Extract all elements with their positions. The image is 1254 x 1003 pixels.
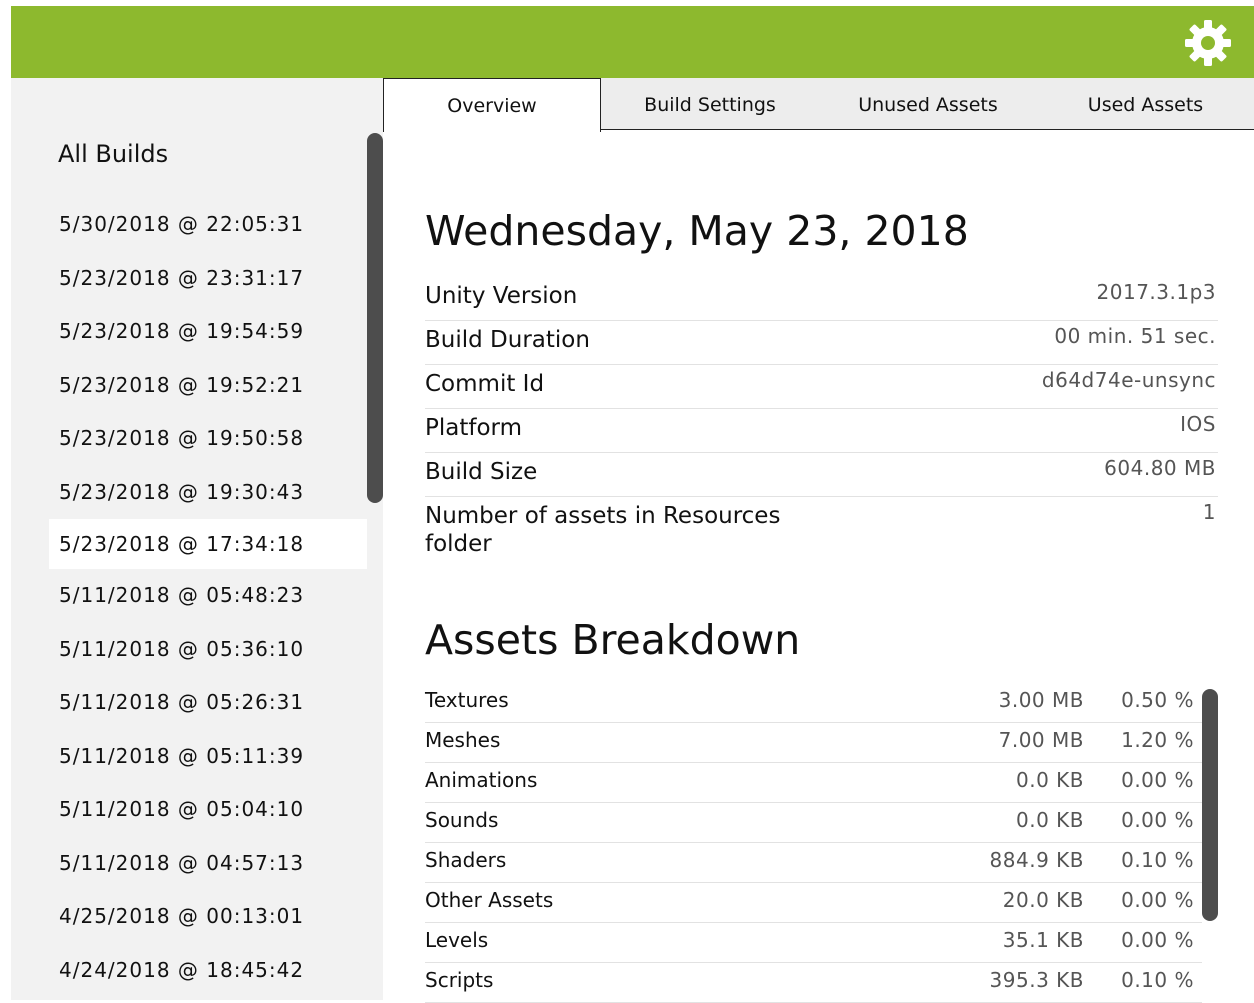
asset-name: Levels [425,928,489,952]
asset-name: Meshes [425,728,501,752]
build-list-item[interactable]: 5/23/2018 @ 19:52:21 [49,359,367,413]
build-list-item[interactable]: 5/11/2018 @ 05:04:10 [49,783,367,837]
tab-unused-assets[interactable]: Unused Assets [819,78,1037,130]
asset-percent: 0.10 % [1121,848,1194,872]
asset-row: Textures 3.00 MB 0.50 % [425,683,1202,723]
build-list-item[interactable]: 5/23/2018 @ 19:30:43 [49,466,367,520]
info-row: Build Duration 00 min. 51 sec. [425,321,1218,365]
info-value: 2017.3.1p3 [1096,280,1216,304]
asset-size: 20.0 KB [1002,888,1084,912]
tab-overview[interactable]: Overview [383,78,601,132]
build-list-item[interactable]: 5/11/2018 @ 05:48:23 [49,569,367,623]
tab-build-settings[interactable]: Build Settings [601,78,819,130]
asset-name: Scripts [425,968,494,992]
asset-size: 3.00 MB [998,688,1084,712]
asset-size: 35.1 KB [1002,928,1084,952]
info-label: Number of assets in Resources folder [425,503,781,557]
build-list-item[interactable]: 5/23/2018 @ 23:31:17 [49,252,367,306]
info-label: Commit Id [425,371,545,397]
asset-row: Animations 0.0 KB 0.00 % [425,763,1202,803]
asset-row: Shaders 884.9 KB 0.10 % [425,843,1202,883]
asset-percent: 0.00 % [1121,928,1194,952]
asset-size: 884.9 KB [989,848,1084,872]
asset-size: 7.00 MB [998,728,1084,752]
info-value: 1 [1202,500,1216,524]
build-info-list: Unity Version 2017.3.1p3 Build Duration 00 … [425,277,1218,581]
info-label: Build Duration [425,327,590,353]
build-list-item[interactable]: 5/11/2018 @ 05:11:39 [49,730,367,784]
asset-name: Animations [425,768,538,792]
asset-name: Textures [425,688,509,712]
asset-row: Scripts 395.3 KB 0.10 % [425,963,1202,1003]
build-list-item[interactable]: 4/24/2018 @ 18:45:42 [49,944,367,998]
info-row: Build Size 604.80 MB [425,453,1218,497]
assets-breakdown-table: Textures 3.00 MB 0.50 % Meshes 7.00 MB 1.20 %… [425,683,1202,1003]
sidebar-title: All Builds [58,140,169,168]
builds-sidebar: All Builds 5/30/2018 @ 22:05:31 5/23/2018… [11,78,383,1000]
info-label: Unity Version [425,283,578,309]
info-row: Number of assets in Resources folder 1 [425,497,1218,581]
build-date-heading: Wednesday, May 23, 2018 [425,207,969,255]
asset-percent: 0.10 % [1121,968,1194,992]
asset-size: 0.0 KB [1016,768,1084,792]
tab-used-assets[interactable]: Used Assets [1037,78,1254,130]
asset-size: 395.3 KB [989,968,1084,992]
build-list-item[interactable]: 5/23/2018 @ 19:54:59 [49,305,367,359]
assets-breakdown-heading: Assets Breakdown [425,616,801,664]
asset-row: Levels 35.1 KB 0.00 % [425,923,1202,963]
asset-percent: 0.00 % [1121,888,1194,912]
info-label: Build Size [425,459,538,485]
info-row: Commit Id d64d74e-unsync [425,365,1218,409]
asset-row: Meshes 7.00 MB 1.20 % [425,723,1202,763]
build-list-item[interactable]: 5/11/2018 @ 04:57:13 [49,837,367,891]
asset-percent: 1.20 % [1121,728,1194,752]
info-value: IOS [1180,412,1216,436]
asset-name: Shaders [425,848,507,872]
build-list-item[interactable]: 5/30/2018 @ 22:05:31 [49,198,367,252]
info-row: Platform IOS [425,409,1218,453]
info-value: 604.80 MB [1104,456,1216,480]
build-list-item[interactable]: 5/11/2018 @ 05:26:31 [49,676,367,730]
build-list: 5/30/2018 @ 22:05:31 5/23/2018 @ 23:31:17… [49,198,367,997]
tab-bar: Overview Build Settings Unused Assets Used … [383,78,1254,132]
build-list-item[interactable]: 4/25/2018 @ 00:13:01 [49,890,367,944]
asset-row: Sounds 0.0 KB 0.00 % [425,803,1202,843]
gear-icon[interactable] [1184,19,1232,67]
info-value: 00 min. 51 sec. [1054,324,1216,348]
assets-scrollbar[interactable] [1202,689,1218,921]
asset-percent: 0.00 % [1121,768,1194,792]
asset-name: Sounds [425,808,499,832]
asset-size: 0.0 KB [1016,808,1084,832]
overview-panel: Wednesday, May 23, 2018 Unity Version 201… [425,132,1218,1003]
asset-percent: 0.00 % [1121,808,1194,832]
asset-row: Other Assets 20.0 KB 0.00 % [425,883,1202,923]
build-list-item[interactable]: 5/23/2018 @ 19:50:58 [49,412,367,466]
build-list-item[interactable]: 5/11/2018 @ 05:36:10 [49,623,367,677]
info-row: Unity Version 2017.3.1p3 [425,277,1218,321]
sidebar-scrollbar[interactable] [367,133,383,503]
asset-percent: 0.50 % [1121,688,1194,712]
asset-name: Other Assets [425,888,554,912]
build-list-item[interactable]: 5/23/2018 @ 17:34:18 [49,519,367,569]
info-label: Platform [425,415,522,441]
header-bar [11,6,1254,78]
info-value: d64d74e-unsync [1041,368,1216,392]
